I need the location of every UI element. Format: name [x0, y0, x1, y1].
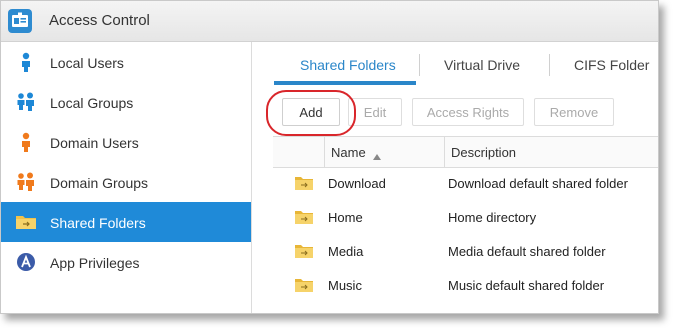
folder-icon: [295, 176, 313, 190]
main-panel: Shared Folders Virtual Drive CIFS Folder…: [252, 42, 658, 313]
column-header-name[interactable]: Name: [331, 145, 366, 160]
domain-group-icon: [15, 171, 37, 193]
add-button[interactable]: Add: [282, 98, 340, 126]
edit-button[interactable]: Edit: [348, 98, 402, 126]
sidebar-item-label: Shared Folders: [50, 215, 146, 231]
sidebar-item-label: Local Users: [50, 55, 124, 71]
sidebar-item-label: Domain Groups: [50, 175, 149, 191]
access-rights-button[interactable]: Access Rights: [412, 98, 524, 126]
sidebar: Local Users Local Groups Domain Users Do…: [1, 42, 252, 313]
tab-divider: [549, 54, 550, 76]
app-privileges-icon: [15, 251, 37, 273]
row-name: Media: [328, 244, 364, 259]
access-control-window: Access Control Local Users Local Groups …: [0, 0, 659, 314]
sidebar-item-label: Local Groups: [50, 95, 134, 111]
sidebar-item-app-privileges[interactable]: App Privileges: [1, 242, 251, 282]
sidebar-item-domain-users[interactable]: Domain Users: [1, 122, 251, 162]
row-name: Download: [328, 176, 386, 191]
toolbar: Add Edit Access Rights Remove: [252, 96, 658, 130]
table-row[interactable]: Download Download default shared folder: [273, 168, 658, 202]
tab-divider: [419, 54, 420, 76]
sidebar-item-shared-folders[interactable]: Shared Folders: [1, 202, 251, 242]
window-title: Access Control: [49, 12, 150, 29]
access-control-app-icon: [8, 9, 32, 33]
active-tab-indicator: [274, 81, 416, 85]
sidebar-item-domain-groups[interactable]: Domain Groups: [1, 162, 251, 202]
sidebar-item-label: App Privileges: [50, 255, 140, 271]
table-row[interactable]: Home Home directory: [273, 202, 658, 236]
row-description: Music default shared folder: [448, 278, 605, 293]
folder-icon: [295, 210, 313, 224]
row-name: Home: [328, 210, 363, 225]
row-name: Music: [328, 278, 362, 293]
table-row[interactable]: Music Music default shared folder: [273, 270, 658, 304]
table-row[interactable]: Media Media default shared folder: [273, 236, 658, 270]
folder-icon: [295, 278, 313, 292]
column-divider: [444, 137, 445, 167]
domain-user-icon: [15, 131, 37, 153]
tab-shared-folders[interactable]: Shared Folders: [300, 57, 396, 73]
row-description: Download default shared folder: [448, 176, 628, 191]
row-description: Media default shared folder: [448, 244, 606, 259]
user-icon: [15, 51, 37, 73]
table-header: Name Description: [273, 136, 658, 168]
group-icon: [15, 91, 37, 113]
row-description: Home directory: [448, 210, 537, 225]
title-bar: Access Control: [1, 1, 658, 42]
folder-icon: [295, 244, 313, 258]
sidebar-item-local-users[interactable]: Local Users: [1, 42, 251, 82]
sort-ascending-icon[interactable]: [373, 147, 381, 165]
sidebar-item-label: Domain Users: [50, 135, 139, 151]
sidebar-item-local-groups[interactable]: Local Groups: [1, 82, 251, 122]
tab-virtual-drive[interactable]: Virtual Drive: [444, 57, 520, 73]
column-divider: [324, 137, 325, 167]
tab-cifs-folder[interactable]: CIFS Folder: [574, 57, 649, 73]
column-header-description[interactable]: Description: [451, 145, 516, 160]
shared-folder-icon: [15, 211, 37, 233]
remove-button[interactable]: Remove: [534, 98, 614, 126]
tab-bar: Shared Folders Virtual Drive CIFS Folder: [252, 42, 658, 86]
